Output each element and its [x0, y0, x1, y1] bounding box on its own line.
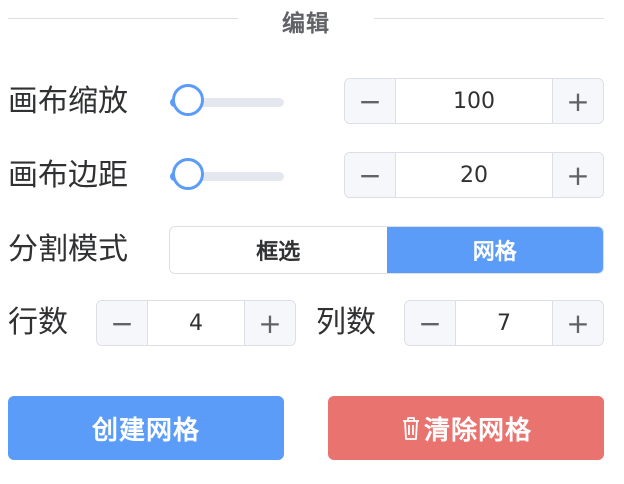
canvas-padding-label: 画布边距 [8, 158, 128, 193]
canvas-zoom-slider[interactable] [170, 82, 284, 122]
padding-decrement-button[interactable]: − [345, 153, 396, 197]
create-grid-button[interactable]: 创建网格 [8, 396, 284, 460]
canvas-zoom-stepper: − 100 + [344, 78, 604, 124]
split-mode-option-grid[interactable]: 网格 [386, 227, 603, 273]
cols-label: 列数 [316, 305, 376, 340]
split-mode-label: 分割模式 [8, 232, 128, 267]
rows-value-input[interactable]: 4 [148, 301, 244, 345]
section-title: 编辑 [282, 11, 330, 37]
canvas-padding-stepper: − 20 + [344, 152, 604, 198]
slider-handle[interactable] [171, 158, 204, 190]
divider-line-right [374, 18, 604, 19]
zoom-value-input[interactable]: 100 [396, 79, 552, 123]
clear-grid-button[interactable]: 清除网格 [328, 396, 604, 460]
split-mode-option-box-select[interactable]: 框选 [170, 227, 387, 273]
clear-grid-label: 清除网格 [423, 415, 532, 446]
trash-icon [402, 417, 419, 440]
cols-stepper: − 7 + [404, 300, 604, 346]
slider-handle[interactable] [171, 84, 204, 116]
cols-decrement-button[interactable]: − [405, 301, 456, 345]
padding-increment-button[interactable]: + [552, 153, 603, 197]
rows-stepper: − 4 + [96, 300, 296, 346]
zoom-increment-button[interactable]: + [552, 79, 603, 123]
rows-label: 行数 [8, 305, 68, 340]
section-divider: 编辑 [0, 0, 624, 40]
create-grid-label: 创建网格 [91, 415, 200, 446]
split-mode-toggle: 框选 网格 [169, 226, 604, 274]
rows-increment-button[interactable]: + [244, 301, 295, 345]
divider-line-left [8, 18, 238, 19]
rows-decrement-button[interactable]: − [97, 301, 148, 345]
canvas-padding-slider[interactable] [170, 156, 284, 196]
canvas-zoom-label: 画布缩放 [8, 84, 128, 119]
cols-increment-button[interactable]: + [552, 301, 603, 345]
zoom-decrement-button[interactable]: − [345, 79, 396, 123]
padding-value-input[interactable]: 20 [396, 153, 552, 197]
cols-value-input[interactable]: 7 [456, 301, 552, 345]
